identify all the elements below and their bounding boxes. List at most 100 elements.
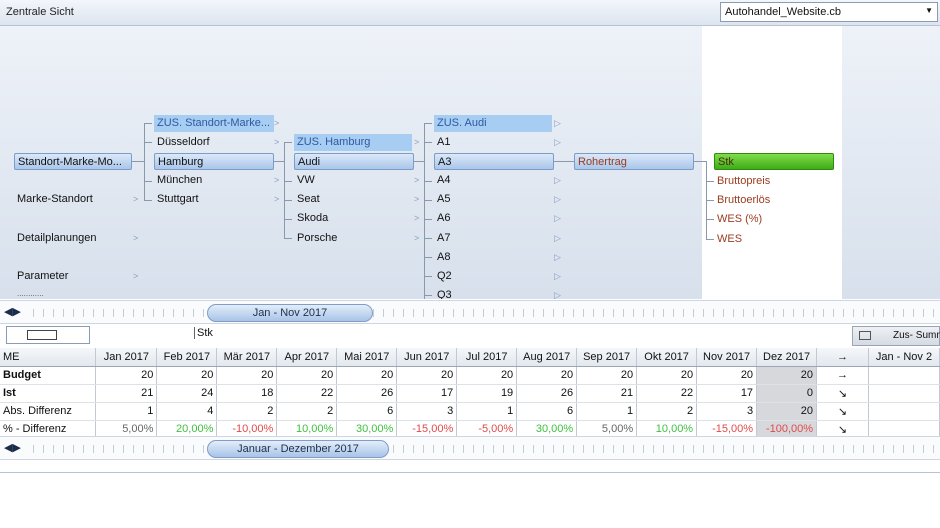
header-cell[interactable]: Mär 2017 (216, 348, 278, 367)
table-cell-summary[interactable] (868, 366, 940, 385)
expand-arrow-icon[interactable]: > (274, 175, 279, 185)
expand-arrow-icon[interactable]: ▷ (554, 118, 561, 129)
tree-node-seat[interactable]: Seat (294, 191, 412, 208)
table-cell-summary[interactable] (868, 401, 940, 421)
tree-node-q3[interactable]: Q3 (434, 287, 552, 299)
tree-node-stuttgart[interactable]: Stuttgart (154, 191, 272, 208)
table-cell[interactable]: 20 (276, 366, 338, 385)
tree-node-wes[interactable]: WES (714, 231, 832, 248)
chevron-down-icon[interactable]: ▼ (925, 6, 933, 15)
expand-arrow-icon[interactable]: > (414, 213, 419, 223)
tree-node-a4[interactable]: A4 (434, 172, 552, 189)
header-cell[interactable]: Jan - Nov 2 (868, 348, 940, 367)
table-cell[interactable]: 17 (696, 384, 758, 403)
table-cell[interactable]: 2 (636, 401, 698, 421)
tree-node-porsche[interactable]: Porsche (294, 230, 412, 247)
slider-nav-arrows-icon[interactable]: ◀▶ (4, 305, 21, 318)
expand-arrow-icon[interactable]: ▷ (554, 175, 561, 186)
expand-arrow-icon[interactable]: > (414, 137, 419, 147)
tree-node-a7[interactable]: A7 (434, 230, 552, 247)
table-cell[interactable]: 20 (696, 366, 758, 385)
expand-arrow-icon[interactable]: ▷ (554, 252, 561, 263)
header-cell[interactable]: Apr 2017 (276, 348, 338, 367)
header-cell[interactable]: → (816, 348, 869, 367)
tree-node-bruttopreis[interactable]: Bruttopreis (714, 173, 832, 190)
expand-arrow-icon[interactable]: ▷ (554, 233, 561, 244)
tree-node-hamburg[interactable]: Hamburg (154, 153, 274, 170)
tree-node-a5[interactable]: A5 (434, 191, 552, 208)
time-slider-bottom[interactable]: ◀▶ Januar - Dezember 2017 (0, 436, 940, 460)
expand-arrow-icon[interactable]: ▷ (554, 271, 561, 282)
header-cell[interactable]: Nov 2017 (696, 348, 758, 367)
table-cell[interactable]: 26 (336, 384, 398, 403)
view-toggle-button[interactable] (6, 326, 90, 344)
table-cell[interactable]: 26 (516, 384, 578, 403)
table-cell[interactable]: 1 (576, 401, 638, 421)
time-slider-top[interactable]: ◀▶ Jan - Nov 2017 (0, 300, 940, 324)
table-cell[interactable]: 20 (636, 366, 698, 385)
expand-arrow-icon[interactable]: > (414, 194, 419, 204)
table-cell-summary[interactable] (868, 384, 940, 403)
header-cell[interactable]: Okt 2017 (636, 348, 698, 367)
table-cell[interactable]: 20 (156, 366, 218, 385)
table-cell[interactable]: 6 (516, 401, 578, 421)
header-cell[interactable]: Feb 2017 (156, 348, 218, 367)
tree-node-zus-audi[interactable]: ZUS. Audi (434, 115, 552, 132)
expand-arrow-icon[interactable]: ▷ (554, 137, 561, 148)
tree-node-muenchen[interactable]: München (154, 172, 272, 189)
table-cell[interactable]: 22 (276, 384, 338, 403)
expand-arrow-icon[interactable]: > (274, 194, 279, 204)
header-cell[interactable]: Jul 2017 (456, 348, 518, 367)
slider-range-handle[interactable]: Jan - Nov 2017 (207, 304, 373, 322)
table-cell[interactable]: 20 (336, 366, 398, 385)
table-cell[interactable]: 3 (696, 401, 758, 421)
table-cell[interactable]: 20 (576, 366, 638, 385)
header-cell[interactable]: Mai 2017 (336, 348, 398, 367)
table-cell[interactable]: 20 (216, 366, 278, 385)
tree-node-detailplanungen[interactable]: Detailplanungen (14, 230, 124, 247)
table-cell[interactable]: 21 (95, 384, 158, 403)
tree-node-a1[interactable]: A1 (434, 134, 552, 151)
expand-arrow-icon[interactable]: > (274, 118, 279, 128)
tree-node-bruttoerloes[interactable]: Bruttoerlös (714, 192, 832, 209)
tree-node-rohertrag[interactable]: Rohertrag (574, 153, 694, 170)
table-cell[interactable]: 20 (95, 366, 158, 385)
slider-range-handle[interactable]: Januar - Dezember 2017 (207, 440, 389, 458)
header-cell[interactable]: Dez 2017 (756, 348, 818, 367)
tree-node-q2[interactable]: Q2 (434, 268, 552, 285)
expand-arrow-icon[interactable]: > (274, 137, 279, 147)
tree-node-stk[interactable]: Stk (714, 153, 834, 170)
expand-arrow-icon[interactable]: > (133, 194, 138, 204)
table-cell[interactable]: 20 (756, 401, 818, 421)
tree-node-wes-percent[interactable]: WES (%) (714, 211, 832, 228)
tree-node-zus-hamburg[interactable]: ZUS. Hamburg (294, 134, 412, 151)
table-cell[interactable]: 20 (756, 366, 818, 385)
tree-node-standort-marke[interactable]: Standort-Marke-Mo... (14, 153, 132, 170)
expand-arrow-icon[interactable]: > (133, 271, 138, 281)
expand-arrow-icon[interactable]: ▷ (554, 213, 561, 224)
tree-node-a6[interactable]: A6 (434, 210, 552, 227)
tree-node-zus-standort[interactable]: ZUS. Standort-Marke... (154, 115, 274, 132)
table-cell[interactable]: 20 (396, 366, 458, 385)
expand-arrow-icon[interactable]: ▷ (554, 194, 561, 205)
header-cell[interactable]: Aug 2017 (516, 348, 578, 367)
header-cell[interactable]: Jun 2017 (396, 348, 458, 367)
tree-node-vw[interactable]: VW (294, 172, 412, 189)
expand-arrow-icon[interactable]: ▷ (554, 290, 561, 299)
tree-node-audi[interactable]: Audi (294, 153, 414, 170)
table-cell[interactable]: 21 (576, 384, 638, 403)
expand-arrow-icon[interactable]: > (133, 233, 138, 243)
tree-node-a8[interactable]: A8 (434, 249, 552, 266)
table-cell[interactable]: 20 (516, 366, 578, 385)
table-cell[interactable]: 24 (156, 384, 218, 403)
header-cell[interactable]: Jan 2017 (95, 348, 158, 367)
table-cell[interactable]: 1 (456, 401, 518, 421)
table-cell[interactable]: 0 (756, 384, 818, 403)
table-cell[interactable]: 2 (276, 401, 338, 421)
header-cell-me[interactable]: ME (0, 348, 97, 367)
cube-dropdown[interactable]: Autohandel_Website.cb ▼ (720, 2, 938, 22)
table-cell[interactable]: 6 (336, 401, 398, 421)
expand-arrow-icon[interactable]: > (414, 233, 419, 243)
table-cell[interactable]: 3 (396, 401, 458, 421)
slider-nav-arrows-icon[interactable]: ◀▶ (4, 441, 21, 454)
